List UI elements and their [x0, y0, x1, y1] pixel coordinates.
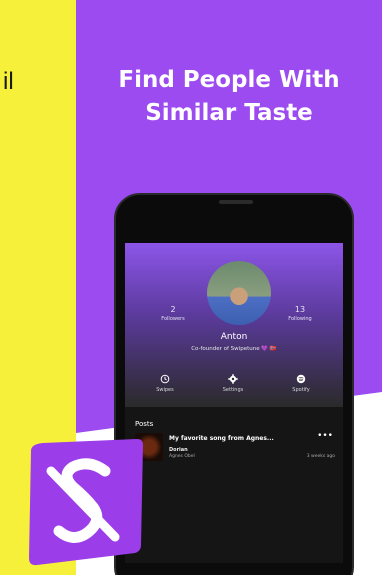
headline-line-1: Find People With [118, 67, 340, 93]
post-time: 3 weeks ago [306, 454, 335, 459]
swipetune-logo-icon [29, 439, 143, 566]
avatar[interactable] [207, 261, 271, 325]
followers-label: Followers [161, 316, 185, 322]
followers-count: 2 [170, 305, 176, 314]
post-track: Dorian [169, 447, 188, 453]
post-title: My favorite song from Agnes... [169, 435, 274, 442]
posts-title: Posts [135, 420, 154, 428]
phone-notch [178, 195, 290, 213]
phone-screen: 2 Followers 13 Following Anton Co-founde… [125, 243, 343, 563]
gear-icon [228, 374, 238, 384]
post-artist: Agnes Obel [169, 454, 195, 459]
headline: Find People With Similar Taste [76, 64, 382, 130]
post-item[interactable]: My favorite song from Agnes... Dorian Ag… [135, 431, 335, 467]
followers-stat[interactable]: 2 Followers [148, 305, 198, 322]
headline-line-2: Similar Taste [145, 100, 313, 126]
profile-name: Anton [220, 332, 248, 342]
following-label: Following [288, 316, 312, 322]
phone-speaker [219, 200, 253, 204]
partial-text: il [3, 68, 14, 95]
swipes-label: Swipes [156, 387, 174, 393]
spotify-label: Spotify [292, 387, 310, 393]
swipes-button[interactable]: Swipes [143, 374, 187, 393]
profile-bio: Co-founder of Swipetune 💜 🇳🇴 [191, 346, 277, 352]
spotify-button[interactable]: Spotify [279, 374, 323, 393]
history-icon [160, 374, 170, 384]
settings-label: Settings [222, 387, 244, 393]
following-stat[interactable]: 13 Following [275, 305, 325, 322]
phone-mockup: 2 Followers 13 Following Anton Co-founde… [114, 193, 354, 575]
spotify-icon [296, 374, 306, 384]
more-icon[interactable]: ••• [317, 431, 333, 441]
settings-button[interactable]: Settings [211, 374, 255, 393]
following-count: 13 [294, 305, 306, 314]
